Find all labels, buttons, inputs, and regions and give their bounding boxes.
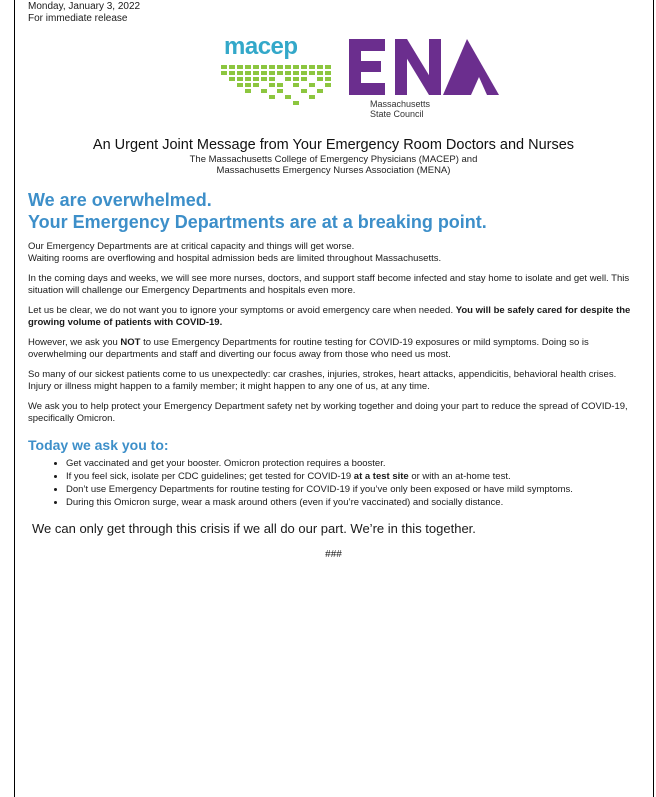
paragraph-safety-net: We ask you to help protect your Emergenc… <box>28 401 628 424</box>
logo-banner: macep Massachusetts State Council <box>28 33 639 125</box>
asks-list: Get vaccinated and get your booster. Omi… <box>28 458 639 509</box>
ena-logo-caption: Massachusetts State Council <box>370 99 431 119</box>
paragraph-staffing: In the coming days and weeks, we will se… <box>28 273 630 296</box>
closing-statement: We can only get through this crisis if w… <box>32 521 476 536</box>
dateline: Monday, January 3, 2022 For immediate re… <box>28 0 639 25</box>
list-item: If you feel sick, isolate per CDC guidel… <box>66 471 639 483</box>
list-item: During this Omicron surge, wear a mask a… <box>66 497 639 509</box>
banner-heading: We are overwhelmed. Your Emergency Depar… <box>28 189 639 233</box>
macep-logo-grid <box>221 65 331 105</box>
paragraph-sickest: So many of our sickest patients come to … <box>28 369 617 392</box>
release-date: Monday, January 3, 2022 <box>28 1 141 12</box>
ena-logo-mark <box>349 39 499 95</box>
asks-heading: Today we ask you to: <box>28 437 169 453</box>
end-mark: ### <box>325 549 342 560</box>
subheadline: The Massachusetts College of Emergency P… <box>189 154 478 176</box>
press-release-page: Monday, January 3, 2022 For immediate re… <box>14 0 654 797</box>
paragraph-testing: However, we ask you NOT to use Emergency… <box>28 337 589 360</box>
banner-line-2: Your Emergency Departments are at a brea… <box>28 212 487 232</box>
list-item: Don’t use Emergency Departments for rout… <box>66 484 639 496</box>
paragraph-capacity: Our Emergency Departments are at critica… <box>28 241 442 264</box>
release-note: For immediate release <box>28 13 128 24</box>
banner-line-1: We are overwhelmed. <box>28 190 212 210</box>
paragraph-reassurance: Let us be clear, we do not want you to i… <box>28 305 631 328</box>
headline: An Urgent Joint Message from Your Emerge… <box>92 137 575 153</box>
macep-logo-wordmark: macep <box>224 33 298 60</box>
list-item: Get vaccinated and get your booster. Omi… <box>66 458 639 470</box>
